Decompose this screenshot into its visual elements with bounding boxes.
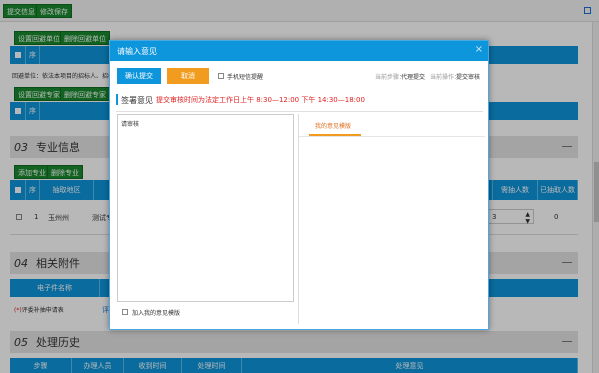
sign-marker	[116, 94, 118, 105]
current-op-value: 提交审核	[456, 74, 481, 81]
sms-label: 手机短信提醒	[227, 74, 264, 81]
template-panel: 我的意见模版	[298, 114, 485, 324]
sms-checkbox[interactable]	[218, 73, 224, 79]
close-icon[interactable]: ×	[475, 44, 483, 55]
cancel-button[interactable]: 取消	[167, 68, 209, 84]
sign-opinion-label: 签署意见	[121, 96, 153, 105]
tab-my-templates[interactable]: 我的意见模版	[315, 121, 351, 130]
divider	[116, 111, 483, 112]
opinion-textarea[interactable]: 请审核	[117, 114, 294, 302]
add-template-label: 加入我的意见模版	[132, 310, 181, 317]
work-hours-notice: 提交审核时间为法定工作日上午 8:30—12:00 下午 14:30—18:00	[156, 96, 365, 104]
opinion-text: 请审核	[121, 121, 140, 128]
dialog-header: 请输入意见 ×	[110, 41, 488, 61]
dialog-title: 请输入意见	[117, 47, 157, 56]
tab-divider	[299, 136, 485, 137]
add-template-checkbox[interactable]	[122, 309, 128, 315]
confirm-submit-button[interactable]: 确认提交	[117, 68, 161, 84]
opinion-dialog: 请输入意见 × 确认提交 取消 手机短信提醒 当前步骤： 代理提交 当前操作： …	[109, 40, 489, 330]
current-step-value: 代理提交	[401, 74, 426, 81]
